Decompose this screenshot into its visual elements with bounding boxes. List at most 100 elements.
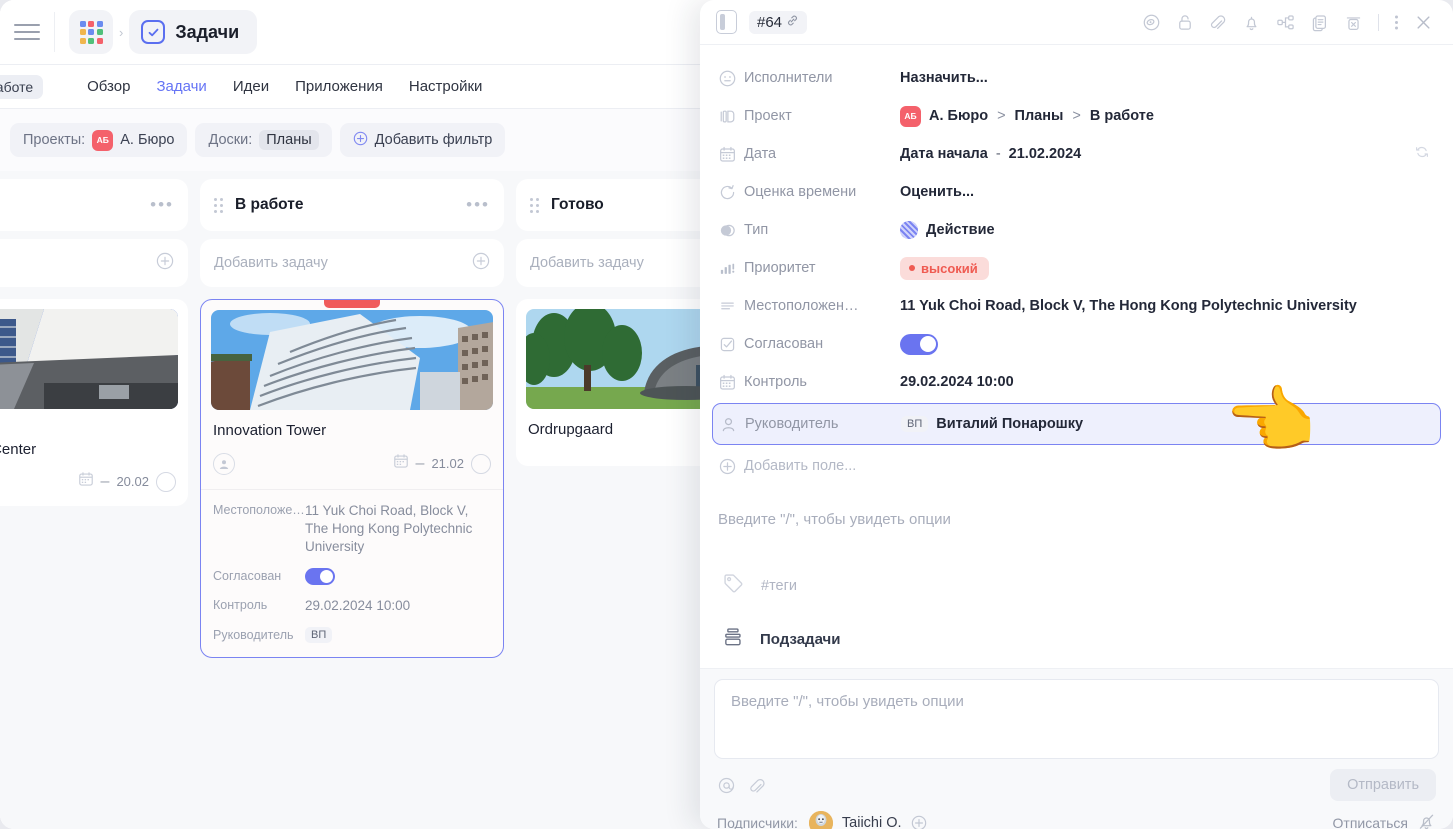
- filter-projects[interactable]: Проекты: АБ А. Бюро: [10, 123, 188, 157]
- hierarchy-icon[interactable]: [1276, 13, 1295, 32]
- field-label: Проект: [744, 108, 792, 124]
- field-value[interactable]: Действие: [900, 221, 995, 239]
- date-start-value[interactable]: 21.02.2024: [1009, 146, 1082, 162]
- project-icon: [718, 107, 744, 126]
- apps-grid-icon: [79, 20, 103, 44]
- person-icon: [719, 415, 745, 434]
- plus-circle-icon[interactable]: [910, 814, 928, 829]
- field-value: [900, 333, 938, 355]
- eye-icon[interactable]: [1142, 13, 1161, 32]
- task-complete-toggle[interactable]: [156, 471, 176, 492]
- comment-actions: Отправить: [714, 769, 1439, 801]
- unsubscribe-button[interactable]: Отписаться: [1333, 812, 1436, 829]
- field-project[interactable]: Проект АБ А. Бюро > Планы > В работе: [718, 97, 1435, 135]
- board-pill[interactable]: работе: [0, 74, 44, 99]
- plus-circle-icon[interactable]: [156, 252, 174, 275]
- priority-badge[interactable]: высокий: [900, 256, 989, 280]
- drag-handle-icon[interactable]: [530, 197, 539, 213]
- link-icon[interactable]: [786, 14, 799, 31]
- toolbar-divider: [1378, 13, 1379, 31]
- field-value[interactable]: 11 Yuk Choi Road, Block V, The Hong Kong…: [900, 298, 1357, 314]
- tab-ideas[interactable]: Идеи: [233, 78, 269, 95]
- repeat-icon[interactable]: [1413, 143, 1431, 166]
- unlock-icon[interactable]: [1176, 13, 1194, 32]
- breadcrumb-tasks[interactable]: Задачи: [129, 10, 258, 54]
- subtasks-row[interactable]: Подзадачи: [700, 600, 1453, 653]
- board-column-3: Готово Добавить задачу Ordrupgaard: [516, 171, 710, 466]
- paperclip-icon[interactable]: [1209, 13, 1227, 32]
- project-crumb-0[interactable]: А. Бюро: [929, 108, 988, 124]
- mention-icon[interactable]: [717, 776, 736, 795]
- drag-handle-icon[interactable]: [214, 197, 223, 213]
- column-add-task[interactable]: Добавить задачу: [200, 239, 504, 287]
- menu-icon[interactable]: [14, 23, 40, 41]
- avatar[interactable]: [808, 811, 833, 829]
- field-control-date[interactable]: Контроль 29.02.2024 10:00: [718, 363, 1435, 401]
- tag-icon: [722, 572, 745, 600]
- task-card-fields: Местоположе… 11 Yuk Choi Road, Block V, …: [201, 488, 503, 658]
- field-value[interactable]: высокий: [900, 256, 989, 280]
- trash-icon[interactable]: [1344, 13, 1363, 32]
- field-priority[interactable]: Приоритет высокий: [718, 249, 1435, 287]
- project-crumb-2[interactable]: В работе: [1090, 108, 1154, 124]
- subscribers-row: Подписчики: Taiichi O. Отписаться: [714, 811, 1439, 829]
- field-label: Приоритет: [744, 260, 816, 276]
- subscriber-name: Taiichi O.: [841, 815, 902, 829]
- apps-grid-button[interactable]: [69, 10, 113, 54]
- tags-row[interactable]: #теги: [700, 528, 1453, 600]
- field-value[interactable]: Оценить...: [900, 184, 974, 200]
- task-card-left[interactable]: аркетинговые aeno Science Center – 20.02: [0, 299, 188, 506]
- field-label: Местоположен…: [744, 298, 859, 314]
- description-editor[interactable]: Введите "/", чтобы увидеть опции: [700, 485, 1453, 528]
- tab-settings[interactable]: Настройки: [409, 78, 483, 95]
- tabs-list: Обзор Задачи Идеи Приложения Настройки: [87, 78, 482, 95]
- field-value[interactable]: 29.02.2024 10:00: [900, 374, 1014, 390]
- field-approved[interactable]: Согласован: [718, 325, 1435, 363]
- field-value[interactable]: Назначить...: [900, 70, 988, 86]
- filter-boards-label: Доски:: [208, 132, 253, 148]
- field-type[interactable]: Тип Действие: [718, 211, 1435, 249]
- field-value[interactable]: ВП Виталий Понарошку: [901, 416, 1083, 432]
- task-card-ordrupgaard[interactable]: Ordrupgaard: [516, 299, 710, 466]
- bell-off-icon: [1417, 812, 1436, 829]
- tab-overview[interactable]: Обзор: [87, 78, 130, 95]
- priority-dot-icon: [909, 265, 915, 271]
- task-card-innovation-tower[interactable]: Innovation Tower – 21.02 Местоположе… 11…: [200, 299, 504, 659]
- card-field-manager: Руководитель ВП: [213, 627, 491, 644]
- date-dash: –: [100, 472, 110, 490]
- field-manager[interactable]: Руководитель ВП Виталий Понарошку: [712, 403, 1441, 445]
- task-complete-toggle[interactable]: [471, 453, 491, 474]
- field-value[interactable]: АБ А. Бюро > Планы > В работе: [900, 105, 1154, 127]
- column-add-task[interactable]: у: [0, 239, 188, 287]
- field-label: Контроль: [744, 374, 807, 390]
- assignee-avatar-placeholder[interactable]: [213, 452, 235, 475]
- add-filter-button[interactable]: Добавить фильтр: [339, 123, 506, 157]
- duplicate-icon[interactable]: [1310, 13, 1329, 32]
- comment-input[interactable]: Введите "/", чтобы увидеть опции: [714, 679, 1439, 759]
- tags-placeholder: #теги: [761, 578, 797, 594]
- field-value[interactable]: Дата начала - 21.02.2024: [900, 146, 1081, 162]
- bell-icon[interactable]: [1242, 13, 1261, 32]
- tab-tasks[interactable]: Задачи: [156, 78, 206, 95]
- field-label: Исполнители: [744, 70, 833, 86]
- panel-card-icon: [716, 10, 737, 34]
- more-vertical-icon[interactable]: [1394, 13, 1399, 32]
- approved-toggle[interactable]: [900, 333, 938, 355]
- field-time-estimate[interactable]: Оценка времени Оценить...: [718, 173, 1435, 211]
- filter-boards[interactable]: Доски: Планы: [195, 123, 332, 157]
- plus-circle-icon[interactable]: [472, 252, 490, 275]
- field-assignees[interactable]: Исполнители Назначить...: [718, 59, 1435, 97]
- add-field-row[interactable]: Добавить поле...: [718, 447, 1435, 485]
- field-location[interactable]: Местоположен… 11 Yuk Choi Road, Block V,…: [718, 287, 1435, 325]
- field-date[interactable]: Дата Дата начала - 21.02.2024: [718, 135, 1435, 173]
- close-icon[interactable]: [1414, 13, 1433, 32]
- tab-apps[interactable]: Приложения: [295, 78, 383, 95]
- task-card-meta: [516, 440, 710, 466]
- task-card-date: 20.02: [116, 474, 149, 489]
- task-id-chip[interactable]: #64: [749, 10, 808, 34]
- send-button[interactable]: Отправить: [1330, 769, 1436, 801]
- attach-icon[interactable]: [748, 776, 767, 795]
- card-field-toggle[interactable]: [305, 568, 335, 586]
- project-crumb-1[interactable]: Планы: [1015, 108, 1064, 124]
- column-add-task[interactable]: Добавить задачу: [516, 239, 710, 287]
